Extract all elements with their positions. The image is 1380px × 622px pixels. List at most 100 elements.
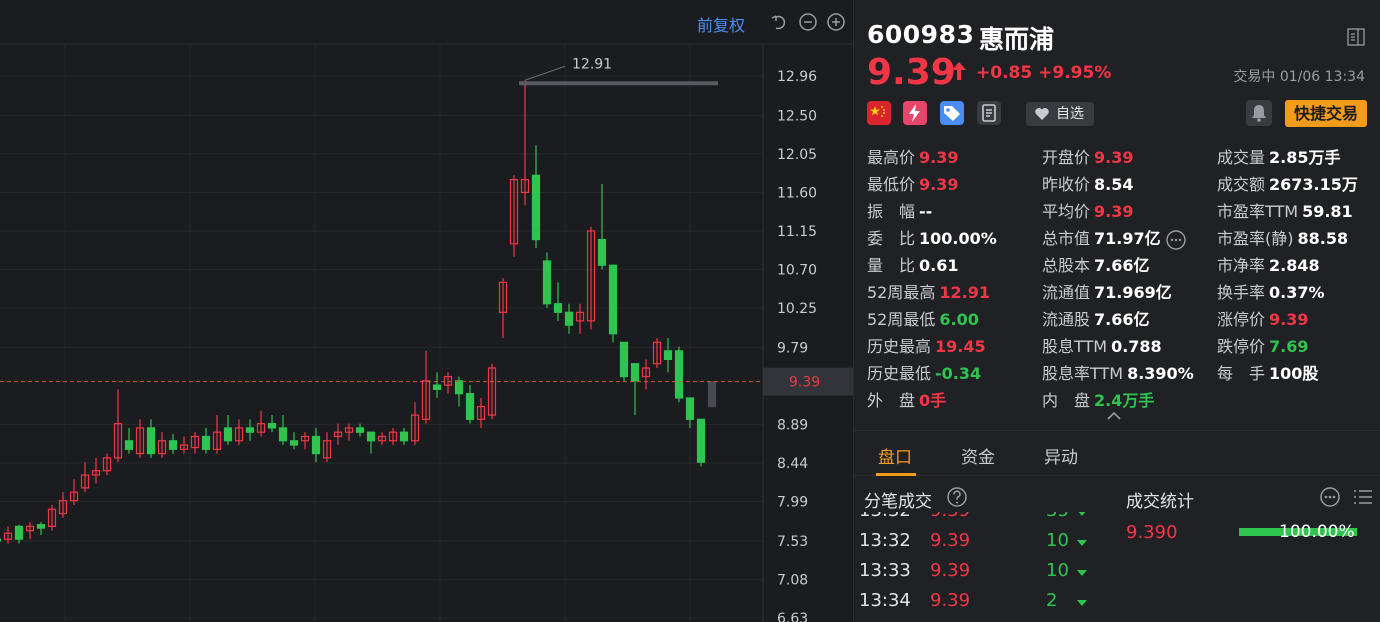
quote-label: 换手率 (1217, 283, 1266, 302)
china-flag-icon[interactable] (867, 101, 891, 125)
candle-body (399, 431, 409, 442)
adjust-mode-button[interactable]: 前复权 (697, 12, 745, 36)
quote-label: 内 盘 (1042, 391, 1091, 410)
quote-value: 7.66亿 (1094, 256, 1150, 275)
candle-body (619, 341, 629, 378)
stats-title: 成交统计 (1126, 492, 1194, 512)
quote-label: 市盈率TTM (1217, 202, 1299, 221)
quote-cell: 市净率 2.848 (1217, 252, 1320, 279)
candle-body (553, 303, 563, 313)
candle-body (223, 427, 233, 442)
stat-pct: 100.00% (1279, 522, 1355, 542)
quote-label: 股息率TTM (1042, 364, 1124, 383)
trade-time: 13:32 (859, 530, 911, 551)
quote-label: 流通值 (1042, 283, 1091, 302)
quote-cell: 股息率TTM 8.390% (1042, 360, 1194, 387)
panel-toggle-icon[interactable] (1347, 28, 1365, 46)
high-marker-label: 12.91 (572, 56, 612, 72)
quote-value: 7.66亿 (1094, 310, 1150, 329)
quote-label: 量 比 (867, 256, 916, 275)
stock-quote-panel: 600983 惠而浦 9.39 +0.85 +9.95% 交易中 01/06 1… (853, 0, 1380, 622)
quote-value: 8.54 (1094, 175, 1134, 194)
candle-body (267, 423, 277, 429)
limit-up-icon[interactable] (903, 101, 927, 125)
quote-cell: 开盘价 9.39 (1042, 144, 1134, 171)
list-icon[interactable] (1352, 486, 1374, 508)
trades-list[interactable]: 13:32 9.39 35 13:32 9.39 10 13:33 9.39 10 13:34 9.… (854, 512, 1104, 622)
trade-price: 9.39 (930, 590, 971, 611)
heart-icon (1035, 108, 1049, 120)
current-price-tag: 9.39 (789, 375, 820, 391)
chevron-up-icon[interactable] (1106, 411, 1122, 421)
tab-funds[interactable]: 资金 (961, 443, 995, 468)
candle-body (542, 260, 552, 305)
candle-body (465, 393, 475, 420)
quote-cell: 内 盘 2.4万手 (1042, 387, 1154, 414)
more-icon[interactable] (1319, 486, 1341, 508)
market-cap-more-icon[interactable] (1165, 229, 1187, 251)
quote-cell: 市盈率TTM 59.81 (1217, 198, 1353, 225)
quote-value: 9.39 (1094, 202, 1134, 221)
zoom-in-icon[interactable] (826, 12, 846, 32)
y-tick-label: 12.05 (777, 147, 817, 163)
quote-cell: 量 比 0.61 (867, 252, 959, 279)
quote-cell: 历史最高 19.45 (867, 333, 986, 360)
candle-body (14, 525, 24, 540)
trade-volume: 2 (1046, 590, 1058, 611)
candle-body (36, 524, 46, 529)
quote-cell: 52周最低 6.00 (867, 306, 979, 333)
candle-body (707, 381, 717, 408)
quote-label: 52周最低 (867, 310, 936, 329)
quote-cell: 流通股 7.66亿 (1042, 306, 1150, 333)
quote-label: 昨收价 (1042, 175, 1091, 194)
quote-value: 2.4万手 (1094, 391, 1155, 410)
quote-value: 0.61 (919, 256, 959, 275)
kline-chart[interactable]: 12.96 12.50 12.05 11.60 11.15 10.70 10.25 9.79 8… (0, 0, 853, 622)
help-icon[interactable] (946, 486, 968, 508)
tab-movement[interactable]: 异动 (1044, 443, 1078, 468)
bell-icon (1252, 105, 1266, 122)
trade-price: 9.39 (930, 512, 970, 521)
quote-value: -- (919, 202, 933, 221)
quote-value: 2.85万手 (1269, 148, 1341, 167)
y-tick-label: 10.25 (777, 301, 817, 317)
quote-value: 9.39 (919, 148, 959, 167)
quote-cell: 振 幅 -- (867, 198, 932, 225)
down-triangle-icon (1077, 600, 1087, 606)
trade-time: 13:33 (859, 560, 911, 581)
stat-price: 9.390 (1126, 522, 1178, 543)
reset-icon[interactable] (770, 12, 790, 32)
quote-label: 最高价 (867, 148, 916, 167)
y-tick-label: 7.53 (777, 534, 808, 550)
quote-label: 涨停价 (1217, 310, 1266, 329)
quote-value: 9.39 (1269, 310, 1309, 329)
y-tick-label: 12.96 (777, 69, 817, 85)
y-tick-label: 11.15 (777, 224, 817, 240)
tab-pankou[interactable]: 盘口 (878, 443, 912, 468)
watch-label: 自选 (1056, 106, 1084, 122)
quote-value: 0手 (919, 391, 947, 410)
y-tick-label: 8.44 (777, 456, 808, 472)
quote-cell: 换手率 0.37% (1217, 279, 1325, 306)
quote-value: 71.969亿 (1094, 283, 1172, 302)
candle-body (124, 440, 134, 450)
add-watchlist-button[interactable]: 自选 (1026, 102, 1094, 126)
quote-value: 2.848 (1269, 256, 1320, 275)
trade-volume: 35 (1046, 512, 1069, 521)
quote-cell: 股息TTM 0.788 (1042, 333, 1162, 360)
quote-label: 成交量 (1217, 148, 1266, 167)
y-tick-label: 7.99 (777, 495, 808, 511)
trade-status: 交易中 01/06 13:34 (1233, 69, 1365, 85)
quote-cell: 昨收价 8.54 (1042, 171, 1134, 198)
quick-trade-button[interactable]: 快捷交易 (1285, 100, 1367, 127)
notes-icon[interactable] (977, 101, 1001, 125)
quote-label: 流通股 (1042, 310, 1091, 329)
stats-tools (1319, 486, 1374, 512)
kline-svg[interactable]: 12.96 12.50 12.05 11.60 11.15 10.70 10.25 9.79 8… (0, 0, 853, 622)
down-triangle-icon (1077, 540, 1087, 546)
tag-icon[interactable] (940, 101, 964, 125)
zoom-out-icon[interactable] (798, 12, 818, 32)
stock-name: 惠而浦 (979, 25, 1055, 54)
quote-value: 7.69 (1269, 337, 1309, 356)
alert-button[interactable] (1246, 100, 1272, 126)
